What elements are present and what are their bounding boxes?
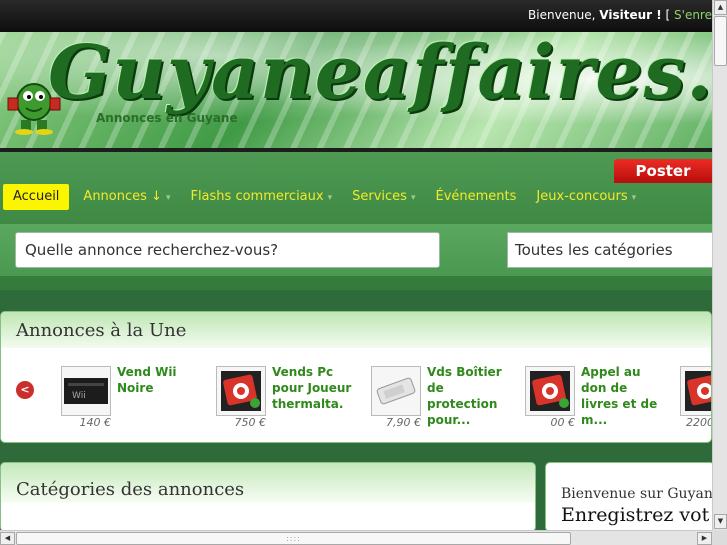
ad-price: 00 €: [550, 416, 576, 429]
category-select[interactable]: Toutes les catégories: [507, 232, 712, 268]
ad-title[interactable]: Vend Wii Noire: [117, 364, 197, 396]
scroll-right-icon[interactable]: ▶: [697, 532, 712, 545]
chevron-down-icon: ▾: [327, 193, 333, 203]
categories-title: Catégories des annonces: [1, 463, 535, 503]
main-menu: Accueil Annonces ↓ ▾ Flashs commerciaux ▾ …: [3, 183, 646, 211]
greeting-text: Bienvenue,: [528, 8, 600, 22]
ad-title[interactable]: Appel au don de livres et de m...: [581, 364, 661, 428]
ad-price: 2200: [686, 416, 712, 429]
bracket-text: [: [661, 8, 675, 22]
visitor-name: Visiteur !: [599, 8, 662, 22]
menu-label: Flashs commerciaux: [190, 189, 324, 204]
menu-label: Jeux-concours: [536, 189, 628, 204]
wii-console-icon[interactable]: Wii: [61, 366, 111, 416]
chevron-down-icon: ▾: [631, 193, 637, 203]
ad-title[interactable]: Vds Boîtier de protection pour...: [427, 364, 507, 428]
photo-placeholder-icon[interactable]: [525, 366, 575, 416]
scroll-up-icon[interactable]: ▲: [714, 0, 727, 15]
mascot-icon: [7, 83, 61, 135]
menu-item-annonces[interactable]: Annonces ↓ ▾: [73, 184, 180, 210]
ad-price: 7,90 €: [386, 416, 421, 429]
top-bar: Bienvenue, Visiteur ! [ S'enre: [0, 0, 712, 32]
menu-item-accueil[interactable]: Accueil: [3, 184, 70, 210]
menu-item-flashs-commerciaux[interactable]: Flashs commerciaux ▾: [180, 184, 342, 210]
vertical-scrollbar[interactable]: ▲ ▼: [712, 0, 727, 530]
register-heading: Enregistrez vot: [561, 504, 710, 526]
menu-item-evenements[interactable]: Événements: [425, 184, 526, 210]
photo-placeholder-icon[interactable]: [216, 366, 266, 416]
case-icon[interactable]: [371, 366, 421, 416]
chevron-down-icon: ▾: [165, 193, 171, 203]
menu-label: Événements: [435, 189, 517, 204]
search-panel: Toutes les catégories: [0, 224, 712, 276]
poster-button[interactable]: Poster: [614, 159, 712, 183]
chevron-down-icon: ▾: [410, 193, 416, 203]
prev-arrow-icon[interactable]: <: [16, 381, 34, 399]
horizontal-scroll-thumb[interactable]: ::::: [16, 532, 571, 545]
vertical-scroll-thumb[interactable]: [714, 16, 727, 66]
welcome-text: Bienvenue sur Guyan: [561, 486, 713, 502]
ad-price: 140 €: [79, 416, 112, 429]
horizontal-scrollbar[interactable]: ◀ :::: ▶: [0, 530, 712, 545]
categories-panel: Catégories des annonces: [0, 462, 536, 532]
signin-link[interactable]: S'enre: [674, 8, 712, 22]
svg-text:Wii: Wii: [72, 391, 86, 401]
site-header: Guyaneaffaires.co Annonces en Guyane: [0, 32, 712, 150]
search-input[interactable]: [15, 232, 440, 268]
site-logo[interactable]: Guyaneaffaires.co: [48, 32, 712, 116]
welcome-panel: Bienvenue sur Guyan Enregistrez vot: [545, 462, 715, 532]
menu-item-jeux-concours[interactable]: Jeux-concours ▾: [526, 184, 646, 210]
scroll-down-icon[interactable]: ▼: [714, 514, 727, 529]
scroll-left-icon[interactable]: ◀: [0, 532, 15, 545]
site-tagline: Annonces en Guyane: [96, 111, 238, 125]
navigation-area: Poster Accueil Annonces ↓ ▾ Flashs commer…: [0, 152, 712, 290]
ad-title[interactable]: Vends Pc pour Joueur thermalta.: [272, 364, 352, 412]
menu-item-services[interactable]: Services ▾: [342, 184, 425, 210]
menu-label: Annonces ↓: [83, 189, 162, 204]
welcome-message: Bienvenue, Visiteur ! [ S'enre: [528, 8, 712, 22]
menu-label: Accueil: [13, 189, 60, 204]
featured-title: Annonces à la Une: [1, 312, 711, 348]
ad-price: 750 €: [234, 416, 267, 429]
featured-ads-panel: Annonces à la Une < Wii Vend Wii Noire 1…: [0, 311, 712, 443]
photo-placeholder-icon[interactable]: [680, 366, 711, 416]
scrollbar-corner: [712, 530, 727, 545]
menu-label: Services: [352, 189, 407, 204]
